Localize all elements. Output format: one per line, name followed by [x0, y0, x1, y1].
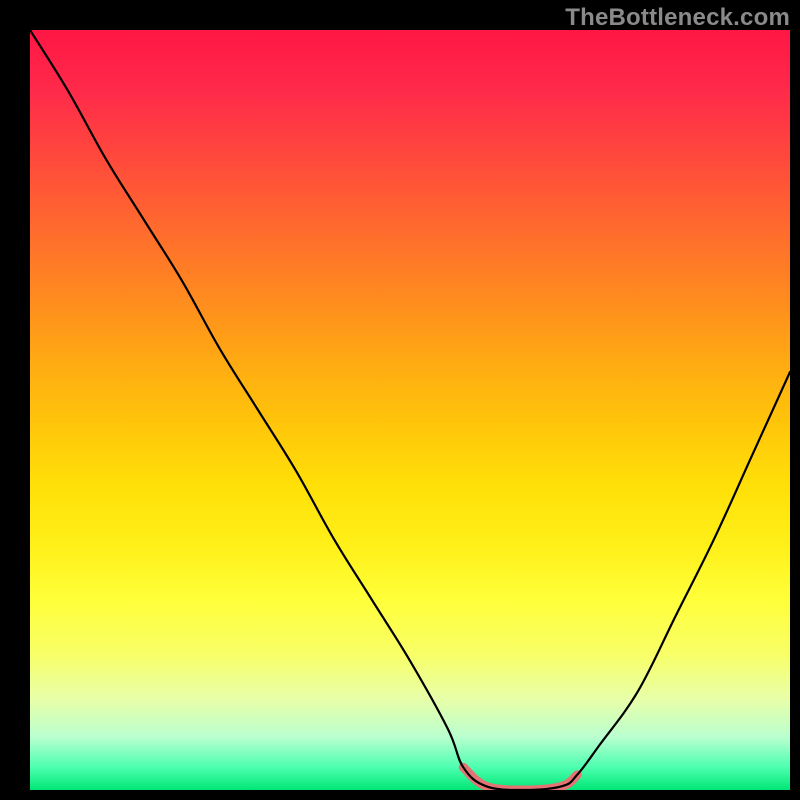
- bottleneck-curve: [30, 30, 790, 790]
- curve-svg: [30, 30, 790, 790]
- plot-area: [30, 30, 790, 790]
- watermark-text: TheBottleneck.com: [565, 4, 790, 32]
- chart-container: TheBottleneck.com: [0, 0, 800, 800]
